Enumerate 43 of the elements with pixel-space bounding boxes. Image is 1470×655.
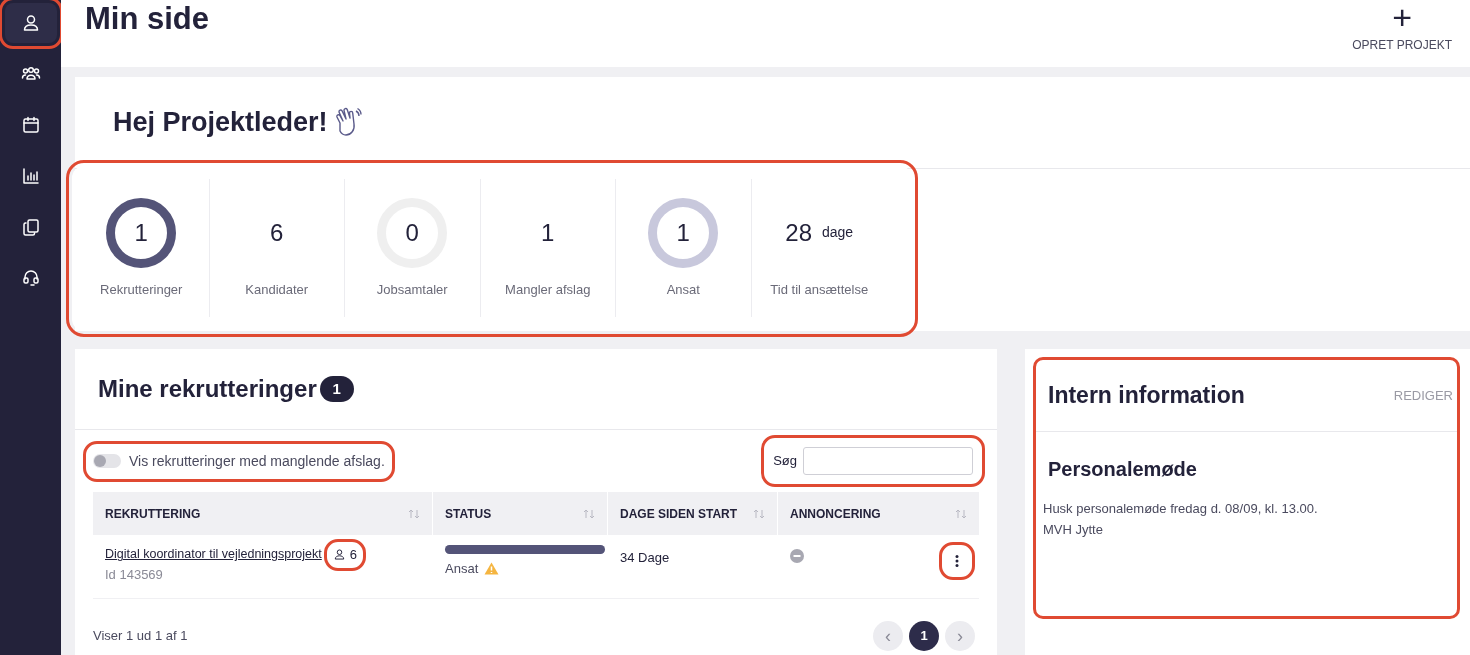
user-icon <box>332 548 346 562</box>
search-label: Søg <box>773 452 797 471</box>
filter-toggle[interactable]: Vis rekrutteringer med manglende afslag. <box>89 446 389 476</box>
stat-label: Mangler afslag <box>505 280 591 299</box>
stat-label: Kandidater <box>245 280 309 299</box>
stat-label: Ansat <box>666 280 700 299</box>
search-field[interactable] <box>803 447 973 475</box>
info-text: Husk personalemøde fredag d. 08/09, kl. 13.00. MVH Jytte <box>1042 500 1319 539</box>
info-heading: Personalemøde <box>1047 457 1198 482</box>
greeting-title: Hej Projektleder! <box>113 106 328 140</box>
stat-label: Rekrutteringer <box>100 280 183 299</box>
status-text: Ansat <box>445 560 479 578</box>
pagination-button[interactable]: 1 <box>909 621 939 651</box>
recruitment-id: Id 143569 <box>105 565 164 584</box>
results-summary: Viser 1 ud 1 af 1 <box>93 627 188 646</box>
stat-label: Tid til ansættelse <box>770 280 869 299</box>
stat-value: 28 <box>785 217 812 248</box>
toggle-switch[interactable] <box>93 454 121 468</box>
section-title: Intern information <box>1048 381 1245 411</box>
create-project-button[interactable]: + OPRET PROJEKT <box>1352 0 1452 54</box>
calendar-icon <box>20 115 41 135</box>
waving-hand-icon <box>333 107 362 138</box>
stat-ring: 0 <box>377 197 448 268</box>
stat-ring: 1 <box>106 197 177 268</box>
column-header[interactable]: STATUS <box>445 504 492 523</box>
page-title: Min side <box>85 0 209 38</box>
stat-ring: 1 <box>648 197 719 268</box>
bar-chart-icon <box>20 166 41 186</box>
column-header[interactable]: ANNONCERING <box>790 504 881 523</box>
stat-value: 1 <box>541 217 555 248</box>
stat-label: Jobsamtaler <box>376 280 448 299</box>
stat-value: 6 <box>270 217 284 248</box>
headset-icon <box>20 268 41 288</box>
column-header[interactable]: REKRUTTERING <box>105 504 201 523</box>
column-header[interactable]: DAGE SIDEN START <box>620 504 738 523</box>
count-badge: 1 <box>319 376 354 402</box>
copy-icon <box>20 217 41 237</box>
table-cell-text: 34 Dage <box>619 549 671 567</box>
candidate-count: 6 <box>329 545 360 565</box>
recruitment-link[interactable]: Digital koordinator til vejledningsprojekt <box>105 545 322 565</box>
stat-unit: dage <box>822 223 854 243</box>
section-title: Mine rekrutteringer <box>98 374 317 404</box>
more-options-icon <box>955 555 959 567</box>
